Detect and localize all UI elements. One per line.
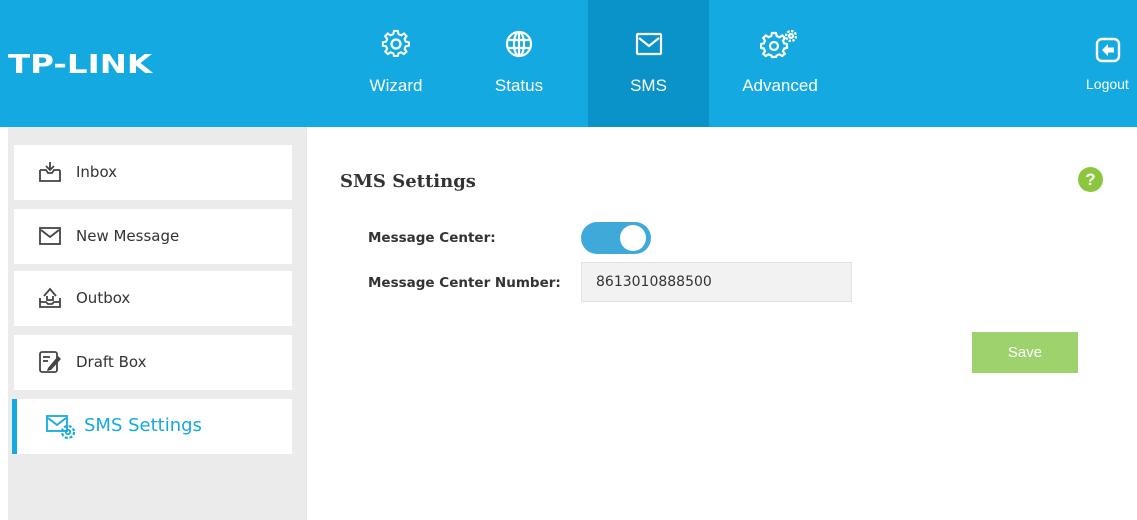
envelope-icon [635,32,662,56]
sidebar: Inbox New Message Outbox Draft Box SMS S… [8,127,306,520]
nav-advanced[interactable]: Advanced [726,0,834,127]
message-center-number-input[interactable]: 8613010888500 [581,262,852,302]
nav-advanced-label: Advanced [742,76,818,95]
nav-sms[interactable]: SMS [588,0,709,127]
nav-wizard[interactable]: Wizard [354,0,438,127]
sidebar-item-label: SMS Settings [84,415,202,436]
gear-icon [381,29,410,57]
top-header: TP-LINK Wizard Status SMS Advanced Logou… [0,0,1137,127]
page-title: SMS Settings [340,171,476,192]
tp-link-logo: TP-LINK [8,50,153,80]
sidebar-item-label: New Message [76,227,180,245]
sidebar-item-inbox[interactable]: Inbox [14,145,292,200]
message-center-number-label: Message Center Number: [368,275,561,291]
sidebar-item-sms-settings[interactable]: SMS Settings [12,399,292,454]
double-gear-icon [760,29,798,59]
logout-icon [1095,37,1121,63]
sidebar-item-label: Inbox [76,163,118,181]
nav-wizard-label: Wizard [369,76,423,95]
nav-status[interactable]: Status [478,0,560,127]
sidebar-item-label: Draft Box [76,353,147,371]
sidebar-item-draft-box[interactable]: Draft Box [14,335,292,390]
envelope-icon [39,227,61,245]
logout-button[interactable]: Logout [1086,36,1137,96]
message-center-label: Message Center: [368,230,496,246]
sms-settings-icon [46,415,76,440]
nav-status-label: Status [494,76,544,95]
sidebar-item-new-message[interactable]: New Message [14,209,292,264]
outbox-icon [39,287,61,308]
message-center-toggle[interactable] [581,222,651,254]
content-divider [306,127,307,520]
logout-label: Logout [1086,76,1129,92]
sidebar-item-outbox[interactable]: Outbox [14,271,292,326]
help-button[interactable]: ? [1078,167,1103,192]
globe-icon [505,30,533,58]
inbox-icon [39,162,61,182]
save-button[interactable]: Save [972,332,1078,373]
toggle-knob [620,225,646,251]
sidebar-item-label: Outbox [76,289,131,307]
draft-icon [39,351,61,373]
nav-sms-label: SMS [630,76,667,95]
